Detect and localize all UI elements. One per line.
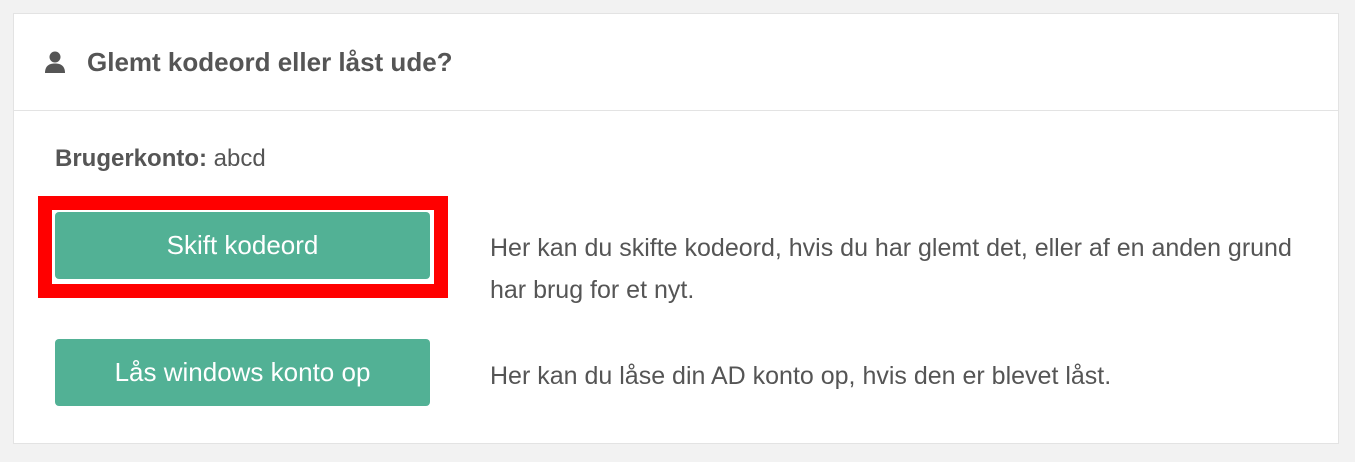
panel-header: Glemt kodeord eller låst ude? — [14, 14, 1338, 111]
account-line: Brugerkonto: abcd — [55, 145, 266, 173]
unlock-account-description: Her kan du låse din AD konto op, hvis de… — [490, 362, 1112, 390]
user-icon — [45, 51, 65, 73]
unlock-account-button[interactable]: Lås windows konto op — [55, 339, 430, 406]
change-password-description: Her kan du skifte kodeord, hvis du har g… — [490, 234, 1292, 304]
account-label: Brugerkonto: — [55, 145, 207, 172]
panel-title: Glemt kodeord eller låst ude? — [87, 46, 453, 77]
password-help-panel: Glemt kodeord eller låst ude? Brugerkont… — [13, 13, 1339, 444]
change-password-button[interactable]: Skift kodeord — [55, 212, 430, 279]
account-value: abcd — [213, 145, 266, 172]
